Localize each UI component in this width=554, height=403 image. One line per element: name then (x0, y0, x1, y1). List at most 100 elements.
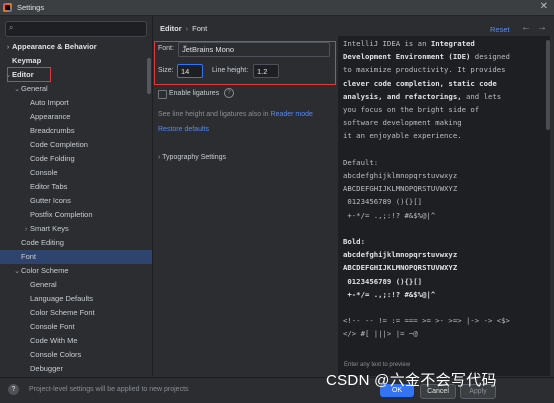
breadcrumb-editor[interactable]: Editor (160, 24, 182, 33)
sidebar-item-label: Editor Tabs (30, 182, 68, 191)
sidebar-item-appearance[interactable]: Appearance (0, 110, 152, 124)
sidebar-item-appearance-behavior[interactable]: › Appearance & Behavior (0, 40, 152, 54)
search-input[interactable]: ⌕ (5, 21, 147, 37)
sidebar-item-breadcrumbs[interactable]: Breadcrumbs (0, 124, 152, 138)
typography-settings-toggle[interactable]: › Typography Settings (158, 154, 226, 161)
sidebar-item-label: Debugger (30, 364, 63, 373)
preview-line: +-*/= .,;:!? #&$%@|^ (343, 210, 436, 220)
sidebar-item-label: Gutter Icons (30, 196, 71, 205)
sidebar-item-label: General (21, 84, 48, 93)
editor-highlight-box (7, 67, 51, 82)
reader-mode-link[interactable]: Reader mode (270, 111, 312, 118)
sidebar-item-label: Font (21, 252, 37, 261)
sidebar-item-color-scheme[interactable]: ⌄Color Scheme (0, 264, 152, 278)
preview-line: 0123456789 (){}[] (343, 276, 423, 286)
project-settings-info: Project-level settings will be applied t… (29, 386, 189, 393)
sidebar-item-smart-keys[interactable]: › Smart Keys (0, 222, 152, 236)
info-line: See line height and ligatures also in Re… (158, 111, 313, 118)
title-bar: Settings ✕ (0, 0, 554, 16)
sidebar-item-label: Breadcrumbs (30, 126, 75, 135)
sidebar-item-label: Console Colors (30, 350, 82, 359)
ligatures-checkbox[interactable] (158, 90, 167, 99)
chevron-down-icon[interactable]: ⌄ (13, 83, 21, 97)
sidebar-item-general[interactable]: ⌄General (0, 82, 152, 96)
reset-link[interactable]: Reset (490, 25, 510, 34)
preview-scrollbar[interactable] (546, 40, 550, 130)
sidebar-item-label: General (30, 280, 57, 289)
sidebar-item-console-colors[interactable]: Console Colors (0, 348, 152, 362)
sidebar-item-label: Auto Import (30, 98, 69, 107)
preview-line: <!-- -- != := === >= >- >=> |-> -> <$> (343, 316, 510, 326)
preview-line: +-*/= .,;:!? #&$%@|^ (343, 289, 436, 299)
sidebar-item-debugger[interactable]: Debugger (0, 362, 152, 376)
intellij-logo-icon (3, 3, 12, 12)
preview-line: Development Environment (IDE) designed (343, 52, 510, 62)
chevron-right-icon[interactable]: › (4, 41, 12, 55)
info-text: See line height and ligatures also in (158, 111, 269, 118)
typography-settings-label: Typography Settings (162, 154, 226, 161)
sidebar-item-editor-tabs[interactable]: Editor Tabs (0, 180, 152, 194)
preview-line: ABCDEFGHIJKLMNOPQRSTUVWXYZ (343, 263, 458, 273)
preview-line: </> #[ |||> |= ~@ (343, 329, 418, 339)
sidebar-item-general[interactable]: General (0, 278, 152, 292)
chevron-right-icon[interactable]: › (22, 223, 30, 237)
help-circle-icon[interactable]: ? (224, 88, 234, 98)
sidebar-item-label: Color Scheme Font (30, 308, 95, 317)
window-title: Settings (17, 3, 45, 12)
sidebar-item-code-completion[interactable]: Code Completion (0, 138, 152, 152)
font-preview-editor[interactable]: Enter any text to preview IntelliJ IDEA … (338, 36, 550, 376)
sidebar-item-label: Smart Keys (30, 224, 69, 233)
preview-line: software development making (343, 118, 462, 128)
preview-line: ABCDEFGHIJKLMNOPQRSTUVWXYZ (343, 184, 458, 194)
breadcrumb: Editor › Font (160, 24, 207, 33)
sidebar-item-color-scheme-font[interactable]: Color Scheme Font (0, 306, 152, 320)
sidebar-item-label: Console (30, 168, 58, 177)
preview-hint: Enter any text to preview (344, 362, 411, 368)
breadcrumb-font: Font (192, 24, 208, 33)
ligatures-label[interactable]: Enable ligatures (169, 90, 219, 97)
help-icon[interactable]: ? (8, 384, 19, 395)
back-arrow-icon[interactable]: ← (521, 22, 531, 33)
sidebar-item-gutter-icons[interactable]: Gutter Icons (0, 194, 152, 208)
sidebar-item-auto-import[interactable]: Auto Import (0, 96, 152, 110)
preview-line: IntelliJ IDEA is an Integrated (343, 39, 475, 48)
sidebar-item-label: Postfix Completion (30, 210, 93, 219)
preview-line: 0123456789 (){}[] (343, 197, 423, 207)
chevron-right-icon: › (158, 154, 161, 161)
sidebar-item-label: Code Editing (21, 238, 64, 247)
sidebar-item-console[interactable]: Console (0, 166, 152, 180)
close-icon[interactable]: ✕ (540, 1, 548, 12)
sidebar-item-code-with-me[interactable]: Code With Me (0, 334, 152, 348)
search-icon: ⌕ (9, 23, 14, 32)
sidebar-item-label: Keymap (12, 56, 42, 65)
sidebar-item-label: Appearance (30, 112, 71, 121)
sidebar-item-label: Color Scheme (21, 266, 69, 275)
sidebar-item-postfix-completion[interactable]: Postfix Completion (0, 208, 152, 222)
sidebar-item-code-editing[interactable]: Code Editing (0, 236, 152, 250)
breadcrumb-separator: › (185, 24, 189, 33)
sidebar-item-label: Code Folding (30, 154, 75, 163)
preview-line: you focus on the bright side of (343, 105, 480, 114)
sidebar-item-language-defaults[interactable]: Language Defaults (0, 292, 152, 306)
restore-defaults-link[interactable]: Restore defaults (158, 126, 209, 133)
preview-line: analysis, and refactorings, and lets (343, 91, 502, 101)
preview-line: it an enjoyable experience. (343, 131, 462, 141)
chevron-down-icon[interactable]: ⌄ (13, 265, 21, 279)
preview-line: Bold: (343, 237, 365, 246)
sidebar-item-console-font[interactable]: Console Font (0, 320, 152, 334)
sidebar-item-label: Appearance & Behavior (12, 42, 97, 51)
font-settings-highlight-box (154, 41, 336, 85)
sidebar-item-label: Code Completion (30, 140, 88, 149)
sidebar-item-font[interactable]: Font (0, 250, 152, 264)
preview-line: to maximize productivity. It provides (343, 65, 506, 75)
sidebar-item-keymap[interactable]: Keymap (0, 54, 152, 68)
sidebar-item-label: Code With Me (30, 336, 78, 345)
csdn-watermark: CSDN @六金不会写代码 (326, 372, 497, 389)
sidebar-item-code-folding[interactable]: Code Folding (0, 152, 152, 166)
sidebar-item-label: Language Defaults (30, 294, 93, 303)
sidebar-scrollbar[interactable] (147, 58, 151, 94)
sidebar-item-label: Console Font (30, 322, 75, 331)
preview-line: abcdefghijklmnopqrstuvwxyz (343, 171, 458, 180)
forward-arrow-icon[interactable]: → (537, 22, 547, 33)
preview-line: Default: (343, 157, 379, 167)
